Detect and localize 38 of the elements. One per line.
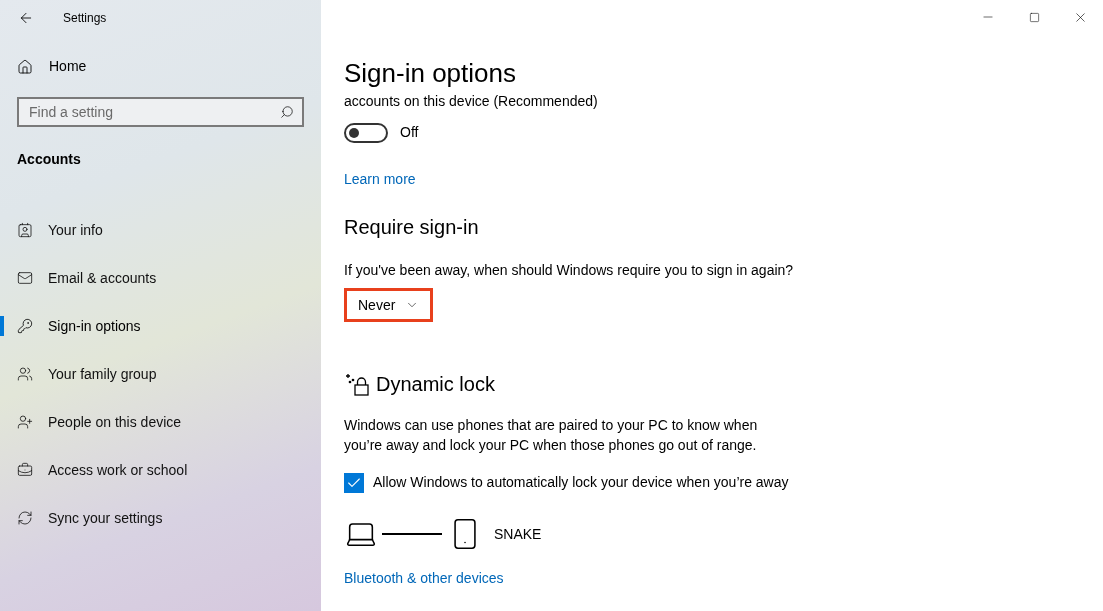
- sidebar-item[interactable]: Access work or school: [17, 459, 188, 481]
- section-heading: Dynamic lock: [376, 372, 495, 397]
- back-arrow-icon: [18, 10, 34, 26]
- key-icon: [17, 318, 33, 334]
- setting-description: If you've been away, when should Windows require you to sign in again?: [344, 261, 794, 280]
- dropdown[interactable]: Never: [344, 288, 434, 322]
- home-link[interactable]: Home: [17, 56, 87, 77]
- maximize-icon: [1028, 11, 1040, 23]
- sidebar-item[interactable]: Sign-in options: [17, 315, 141, 337]
- envelope-icon: [17, 270, 33, 286]
- search-field[interactable]: Find a setting: [17, 97, 304, 127]
- sidebar-item[interactable]: Sync your settings: [17, 507, 163, 529]
- toggle-state: Off: [400, 123, 419, 142]
- section-heading: Require sign-in: [344, 215, 479, 240]
- sync-icon: [17, 510, 33, 526]
- bluetooth-link[interactable]: Bluetooth & other devices: [344, 568, 504, 589]
- section-description: Windows can use phones that are paired to your PC to know when you’re away and lock your PC when those phones go out of range.: [344, 416, 759, 455]
- section-heading: Accounts: [17, 150, 82, 169]
- device-name: SNAKE: [494, 524, 542, 544]
- window-title: Settings: [63, 10, 107, 27]
- sidebar-item[interactable]: People on this device: [17, 411, 182, 433]
- checkbox-label: Allow Windows to automatically lock your device when you’re away: [373, 473, 789, 492]
- person-add-icon: [17, 414, 33, 430]
- setting-description: accounts on this device (Recommended): [344, 92, 598, 111]
- sidebar-item[interactable]: Your family group: [17, 363, 157, 385]
- home-icon: [17, 58, 33, 75]
- checkbox[interactable]: [344, 472, 364, 493]
- toggle-switch[interactable]: [344, 122, 388, 143]
- page-title: Sign-in options: [344, 57, 516, 89]
- briefcase-icon: [17, 462, 33, 478]
- learn-more-link[interactable]: Learn more: [344, 169, 416, 190]
- connection-line: [382, 533, 442, 535]
- sparkle-lock-icon: [344, 372, 370, 396]
- contact-card-icon: [17, 222, 33, 238]
- search-icon: [280, 105, 294, 119]
- sidebar-item[interactable]: Email & accounts: [17, 267, 157, 289]
- sidebar-item[interactable]: Your info: [17, 219, 103, 241]
- people-icon: [17, 366, 33, 382]
